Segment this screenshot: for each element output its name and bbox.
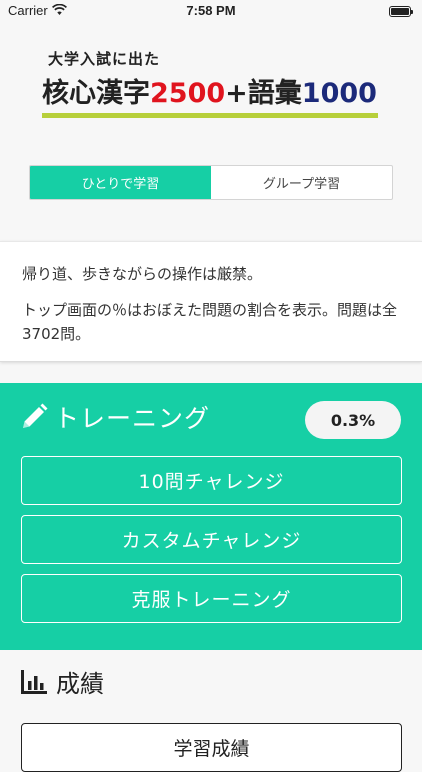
training-section: トレーニング 0.3% 10問チャレンジ カスタムチャレンジ 克服トレーニング	[0, 383, 422, 650]
logo-number-1: 2500	[150, 78, 226, 109]
pencil-icon	[23, 403, 48, 428]
tab-solo-study[interactable]: ひとりで学習	[30, 166, 211, 199]
battery-icon	[389, 6, 413, 17]
logo-subtitle: 大学入試に出た	[48, 50, 161, 68]
app-logo: 大学入試に出た 核心漢字2500+語彙1000	[42, 48, 382, 118]
training-title: トレーニング	[54, 404, 211, 433]
results-header: 成績	[20, 664, 104, 699]
logo-title: 核心漢字2500+語彙1000	[42, 71, 382, 110]
info-card: 帰り道、歩きながらの操作は厳禁。 トップ画面の％はおぼえた問題の割合を表示。問題…	[0, 241, 422, 362]
results-title: 成績	[56, 670, 104, 698]
logo-part1: 核心漢字	[42, 78, 150, 109]
mode-segmented-control: ひとりで学習 グループ学習	[29, 165, 393, 200]
logo-part2: +語彙	[225, 78, 302, 109]
info-warning: 帰り道、歩きながらの操作は厳禁。	[22, 265, 263, 283]
progress-badge: 0.3%	[305, 401, 401, 439]
logo-underline	[42, 113, 378, 118]
study-results-button[interactable]: 学習成績	[21, 723, 402, 772]
ten-question-challenge-button[interactable]: 10問チャレンジ	[21, 456, 402, 505]
custom-challenge-button[interactable]: カスタムチャレンジ	[21, 515, 402, 564]
tab-group-study[interactable]: グループ学習	[211, 166, 392, 199]
status-bar: Carrier 7:58 PM	[0, 0, 422, 22]
info-description: トップ画面の％はおぼえた問題の割合を表示。問題は全3702問。	[22, 301, 398, 343]
training-header: トレーニング	[20, 399, 210, 435]
overcome-training-button[interactable]: 克服トレーニング	[21, 574, 402, 623]
logo-number-2: 1000	[301, 78, 377, 109]
bar-chart-icon	[21, 669, 47, 694]
clock: 7:58 PM	[186, 3, 236, 18]
